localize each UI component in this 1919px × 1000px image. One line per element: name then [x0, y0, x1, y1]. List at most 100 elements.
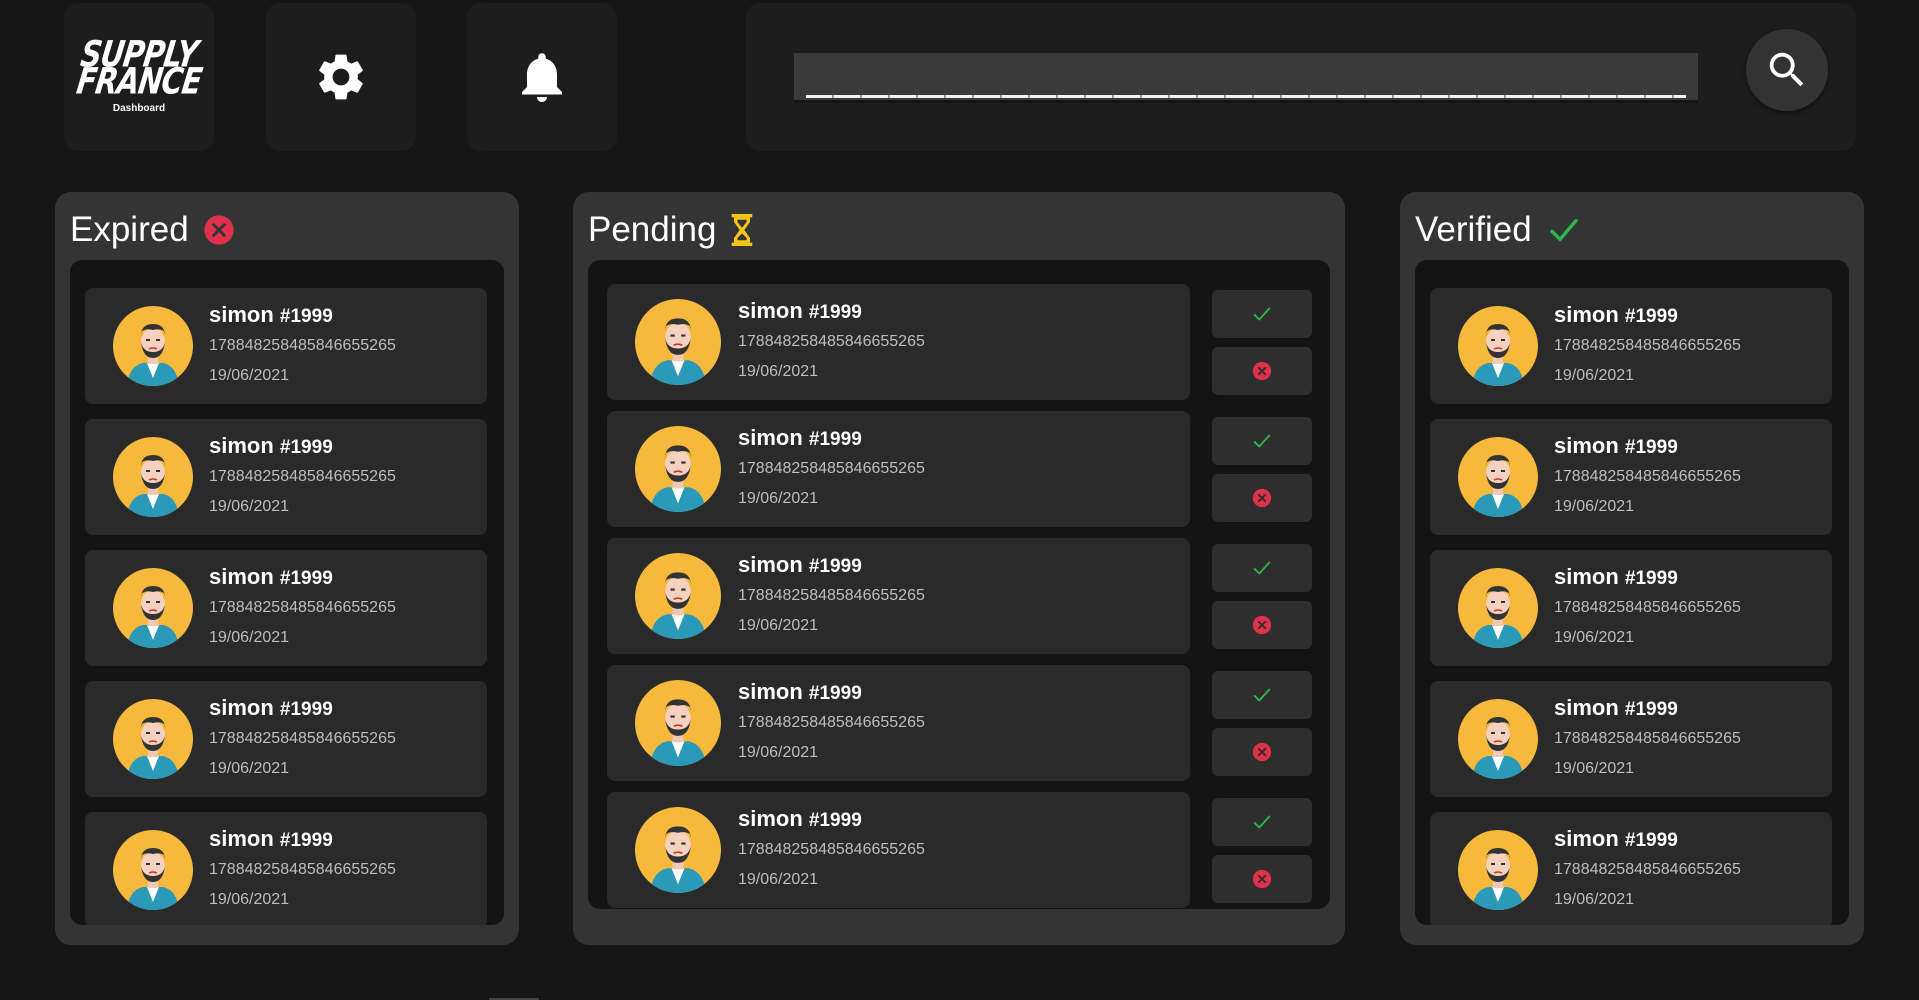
user-id: 178848258485846655265 — [1554, 468, 1741, 485]
card-date: 19/06/2021 — [738, 744, 819, 761]
pending-card[interactable]: simon #1999 178848258485846655265 19/06/20… — [607, 538, 1190, 654]
pending-card[interactable]: simon #1999 178848258485846655265 19/06/20… — [607, 411, 1190, 527]
avatar — [635, 807, 721, 893]
avatar — [113, 306, 193, 386]
hourglass-icon — [732, 214, 753, 246]
expired-header: Expired — [70, 210, 235, 250]
card-info: simon #1999 178848258485846655265 19/06/20… — [1554, 695, 1741, 778]
settings-button[interactable] — [266, 3, 416, 151]
verified-card[interactable]: simon #1999 178848258485846655265 19/06/20… — [1430, 681, 1832, 797]
user-tag: #1999 — [1624, 830, 1678, 851]
user-id: 178848258485846655265 — [209, 599, 396, 616]
reject-button[interactable] — [1212, 474, 1312, 522]
check-icon — [1253, 561, 1271, 575]
search-button[interactable] — [1746, 29, 1828, 111]
user-id: 178848258485846655265 — [738, 460, 925, 477]
user-tag: #1999 — [1624, 568, 1678, 589]
expired-card[interactable]: simon #1999 178848258485846655265 19/06/20… — [85, 419, 487, 535]
check-icon — [1253, 307, 1271, 321]
avatar — [635, 680, 721, 766]
verified-card[interactable]: simon #1999 178848258485846655265 19/06/20… — [1430, 550, 1832, 666]
check-icon — [1253, 434, 1271, 448]
verified-card[interactable]: simon #1999 178848258485846655265 19/06/20… — [1430, 419, 1832, 535]
expired-title: Expired — [70, 210, 189, 249]
card-info: simon #1999 178848258485846655265 19/06/20… — [738, 552, 925, 635]
user-name-text: simon — [1554, 564, 1619, 589]
expired-card[interactable]: simon #1999 178848258485846655265 19/06/20… — [85, 812, 487, 925]
card-date: 19/06/2021 — [738, 871, 819, 888]
card-date: 19/06/2021 — [209, 498, 290, 515]
expired-card[interactable]: simon #1999 178848258485846655265 19/06/20… — [85, 550, 487, 666]
user-name-text: simon — [209, 695, 274, 720]
verified-title: Verified — [1415, 210, 1532, 249]
card-info: simon #1999 178848258485846655265 19/06/20… — [1554, 564, 1741, 647]
user-tag: #1999 — [1624, 437, 1678, 458]
reject-button[interactable] — [1212, 855, 1312, 903]
user-name: simon #1999 — [738, 806, 925, 832]
user-name-text: simon — [738, 806, 803, 831]
card-date: 19/06/2021 — [209, 891, 290, 908]
user-tag: #1999 — [1624, 699, 1678, 720]
logo-tile[interactable]: SUPPLY FRANCE Dashboard — [64, 3, 214, 151]
card-info: simon #1999 178848258485846655265 19/06/20… — [209, 433, 396, 516]
avatar — [635, 553, 721, 639]
user-tag: #1999 — [808, 302, 862, 323]
card-info: simon #1999 178848258485846655265 19/06/20… — [1554, 826, 1741, 909]
user-name-text: simon — [209, 564, 274, 589]
x-circle-icon — [204, 215, 234, 245]
bell-icon — [522, 53, 562, 102]
user-name-text: simon — [738, 552, 803, 577]
verified-header: Verified — [1415, 210, 1582, 250]
pending-list[interactable]: simon #1999 178848258485846655265 19/06/20… — [588, 260, 1330, 909]
user-tag: #1999 — [808, 556, 862, 577]
pending-card[interactable]: simon #1999 178848258485846655265 19/06/20… — [607, 792, 1190, 908]
approve-button[interactable] — [1212, 671, 1312, 719]
user-name-text: simon — [209, 826, 274, 851]
pending-card[interactable]: simon #1999 178848258485846655265 19/06/20… — [607, 665, 1190, 781]
pending-card[interactable]: simon #1999 178848258485846655265 19/06/20… — [607, 284, 1190, 400]
card-date: 19/06/2021 — [738, 363, 819, 380]
card-info: simon #1999 178848258485846655265 19/06/20… — [209, 302, 396, 385]
verified-card[interactable]: simon #1999 178848258485846655265 19/06/20… — [1430, 288, 1832, 404]
user-tag: #1999 — [808, 810, 862, 831]
avatar — [113, 568, 193, 648]
user-name: simon #1999 — [1554, 302, 1741, 328]
user-name-text: simon — [1554, 302, 1619, 327]
x-circle-icon — [1252, 361, 1272, 381]
x-circle-icon — [1252, 615, 1272, 635]
card-date: 19/06/2021 — [1554, 498, 1635, 515]
avatar — [1458, 306, 1538, 386]
user-id: 178848258485846655265 — [209, 468, 396, 485]
reject-button[interactable] — [1212, 728, 1312, 776]
expired-card[interactable]: simon #1999 178848258485846655265 19/06/20… — [85, 681, 487, 797]
expired-list[interactable]: simon #1999 178848258485846655265 19/06/20… — [70, 260, 504, 925]
avatar — [1458, 437, 1538, 517]
approve-button[interactable] — [1212, 290, 1312, 338]
avatar — [1458, 568, 1538, 648]
pending-title: Pending — [588, 210, 717, 249]
verified-card[interactable]: simon #1999 178848258485846655265 19/06/20… — [1430, 812, 1832, 925]
user-id: 178848258485846655265 — [1554, 730, 1741, 747]
search-bar — [746, 3, 1856, 151]
approve-button[interactable] — [1212, 417, 1312, 465]
expired-card[interactable]: simon #1999 178848258485846655265 19/06/20… — [85, 288, 487, 404]
user-name-text: simon — [1554, 826, 1619, 851]
avatar — [113, 437, 193, 517]
card-date: 19/06/2021 — [1554, 629, 1635, 646]
reject-button[interactable] — [1212, 347, 1312, 395]
notifications-button[interactable] — [467, 3, 617, 151]
expired-panel: Expired simon #1999 178848258485846655265… — [55, 192, 519, 945]
card-info: simon #1999 178848258485846655265 19/06/20… — [738, 806, 925, 889]
verified-list[interactable]: simon #1999 178848258485846655265 19/06/20… — [1415, 260, 1849, 925]
approve-button[interactable] — [1212, 798, 1312, 846]
user-name-text: simon — [209, 302, 274, 327]
card-date: 19/06/2021 — [738, 617, 819, 634]
avatar — [635, 299, 721, 385]
search-input-underline — [806, 95, 1686, 98]
reject-button[interactable] — [1212, 601, 1312, 649]
pending-header: Pending — [588, 210, 754, 250]
user-id: 178848258485846655265 — [209, 861, 396, 878]
approve-button[interactable] — [1212, 544, 1312, 592]
user-name-text: simon — [738, 425, 803, 450]
user-tag: #1999 — [1624, 306, 1678, 327]
